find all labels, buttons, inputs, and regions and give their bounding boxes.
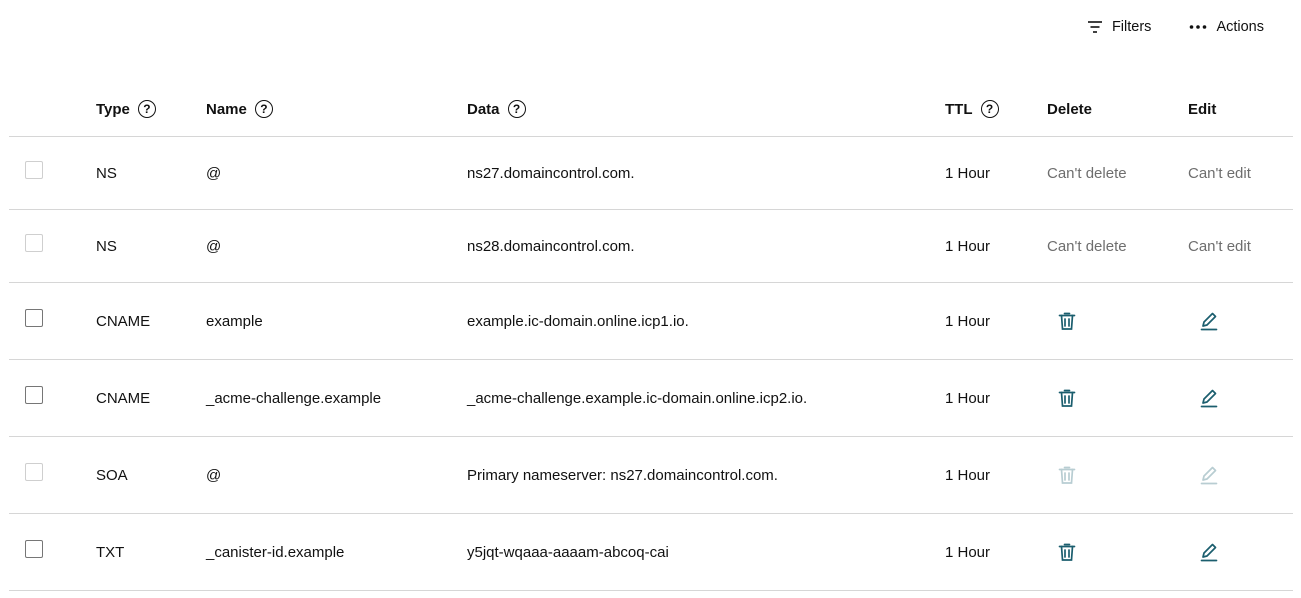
- dns-records-table: Type? Name? Data? TTL? Delete Edit NS @ …: [9, 82, 1293, 591]
- row-checkbox: [25, 234, 43, 252]
- delete-button: [1056, 464, 1078, 486]
- row-checkbox: [25, 161, 43, 179]
- delete-button[interactable]: [1056, 310, 1078, 332]
- edit-button[interactable]: [1198, 541, 1220, 563]
- table-header: Type? Name? Data? TTL? Delete Edit: [9, 82, 1293, 137]
- trash-icon: [1058, 466, 1076, 484]
- record-type: NS: [96, 237, 117, 255]
- record-data: y5jqt-wqaaa-aaaam-abcoq-cai: [467, 543, 669, 561]
- table-row: TXT _canister-id.example y5jqt-wqaaa-aaa…: [9, 514, 1293, 591]
- trash-icon: [1058, 543, 1076, 561]
- record-data: ns28.domaincontrol.com.: [467, 237, 635, 255]
- help-icon[interactable]: ?: [137, 100, 156, 118]
- record-name: _canister-id.example: [206, 543, 345, 561]
- table-row: SOA @ Primary nameserver: ns27.domaincon…: [9, 437, 1293, 514]
- record-type: NS: [96, 164, 117, 182]
- help-icon[interactable]: ?: [254, 100, 273, 118]
- record-name: _acme-challenge.example: [206, 389, 382, 407]
- column-header-name: Name?: [206, 100, 273, 118]
- pencil-icon: [1200, 389, 1218, 408]
- help-icon[interactable]: ?: [980, 100, 999, 118]
- table-row: CNAME example example.ic-domain.online.i…: [9, 283, 1293, 360]
- edit-button: [1198, 464, 1220, 486]
- record-ttl: 1 Hour: [945, 389, 991, 407]
- record-type: CNAME: [96, 389, 151, 407]
- record-name: @: [206, 466, 222, 484]
- filters-label: Filters: [1111, 19, 1152, 35]
- record-data: example.ic-domain.online.icp1.io.: [467, 312, 689, 330]
- table-row: NS @ ns27.domaincontrol.com. 1 Hour Can'…: [9, 137, 1293, 210]
- delete-button[interactable]: [1056, 541, 1078, 563]
- row-checkbox[interactable]: [25, 309, 43, 327]
- cant-edit-text: Can't edit: [1188, 164, 1251, 182]
- edit-button[interactable]: [1198, 387, 1220, 409]
- record-ttl: 1 Hour: [945, 312, 991, 330]
- table-row: NS @ ns28.domaincontrol.com. 1 Hour Can'…: [9, 210, 1293, 283]
- filter-icon: [1087, 20, 1103, 34]
- record-ttl: 1 Hour: [945, 543, 991, 561]
- pencil-icon: [1200, 466, 1218, 485]
- pencil-icon: [1200, 543, 1218, 562]
- row-checkbox[interactable]: [25, 386, 43, 404]
- record-data: Primary nameserver: ns27.domaincontrol.c…: [467, 466, 778, 484]
- record-ttl: 1 Hour: [945, 164, 991, 182]
- table-row: CNAME _acme-challenge.example _acme-chal…: [9, 360, 1293, 437]
- toolbar: Filters Actions: [1087, 19, 1264, 35]
- record-data: _acme-challenge.example.ic-domain.online…: [467, 389, 808, 407]
- record-type: CNAME: [96, 312, 151, 330]
- cant-edit-text: Can't edit: [1188, 237, 1251, 255]
- trash-icon: [1058, 389, 1076, 407]
- column-header-data: Data?: [467, 100, 526, 118]
- actions-label: Actions: [1216, 19, 1264, 35]
- record-type: SOA: [96, 466, 128, 484]
- pencil-icon: [1200, 312, 1218, 331]
- column-header-delete: Delete: [1047, 100, 1093, 118]
- filters-button[interactable]: Filters: [1087, 19, 1151, 35]
- actions-button[interactable]: Actions: [1189, 19, 1264, 35]
- more-horizontal-icon: [1189, 24, 1207, 30]
- record-type: TXT: [96, 543, 125, 561]
- cant-delete-text: Can't delete: [1047, 237, 1127, 255]
- column-header-type: Type?: [96, 100, 156, 118]
- record-name: @: [206, 164, 222, 182]
- record-name: example: [206, 312, 263, 330]
- record-data: ns27.domaincontrol.com.: [467, 164, 635, 182]
- record-ttl: 1 Hour: [945, 237, 991, 255]
- help-icon[interactable]: ?: [507, 100, 526, 118]
- record-name: @: [206, 237, 222, 255]
- cant-delete-text: Can't delete: [1047, 164, 1127, 182]
- column-header-ttl: TTL?: [945, 100, 999, 118]
- delete-button[interactable]: [1056, 387, 1078, 409]
- record-ttl: 1 Hour: [945, 466, 991, 484]
- row-checkbox: [25, 463, 43, 481]
- row-checkbox[interactable]: [25, 540, 43, 558]
- trash-icon: [1058, 312, 1076, 330]
- edit-button[interactable]: [1198, 310, 1220, 332]
- column-header-edit: Edit: [1188, 100, 1217, 118]
